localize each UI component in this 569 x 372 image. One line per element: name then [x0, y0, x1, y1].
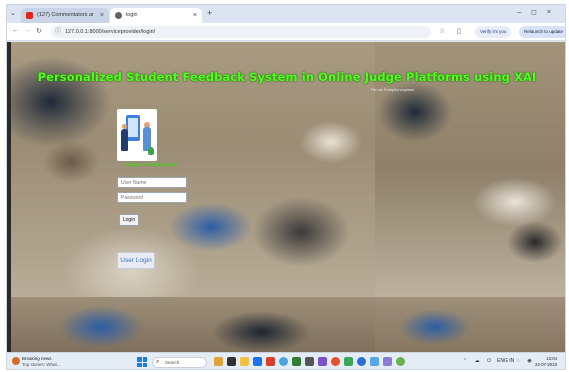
widget-icon[interactable] [214, 357, 223, 366]
pycharm-icon[interactable] [344, 357, 353, 366]
new-tab-icon[interactable]: + [207, 8, 212, 18]
office-icon[interactable] [266, 357, 275, 366]
file-explorer-icon[interactable] [240, 357, 249, 366]
reload-icon[interactable]: ↻ [36, 27, 42, 35]
person-graphic [121, 129, 128, 151]
clock-date: 22-07-2023 [535, 362, 557, 367]
system-tray[interactable]: ⌃ ☁ ⏻ [463, 358, 494, 364]
task-view-icon[interactable] [227, 357, 236, 366]
url-text: 127.0.0.1:8000/serviceprovider/login/ [65, 29, 156, 35]
search-icon: ⌕ [156, 359, 160, 365]
tab-strip: ⌄ (127) Commentators ar × login × + –◻× [7, 5, 565, 23]
taskbar: Breaking news Top stories: What... ⌕ Sea… [7, 352, 565, 369]
network-volume-icons[interactable]: ◌ ◉ [517, 358, 535, 364]
terminal-icon[interactable] [305, 357, 314, 366]
search-placeholder: Search [165, 360, 180, 365]
edge-icon[interactable] [253, 357, 262, 366]
language-indicator[interactable]: ENG IN [497, 358, 514, 364]
window-controls[interactable]: –◻× [517, 8, 561, 16]
forward-icon[interactable]: → [24, 27, 31, 34]
clock[interactable]: 13:04 22-07-2023 [535, 356, 557, 368]
close-icon[interactable]: × [193, 8, 197, 23]
bookmark-star-icon[interactable]: ☆ [439, 27, 445, 35]
address-bar-row: ← → ↻ ⓘ 127.0.0.1:8000/serviceprovider/l… [7, 23, 565, 41]
browser-window: ⌄ (127) Commentators ar × login × + –◻× … [6, 4, 566, 370]
globe-icon [115, 12, 122, 19]
sidepanel-icon[interactable]: ▯ [457, 27, 461, 35]
excel-icon[interactable] [292, 357, 301, 366]
site-info-icon[interactable]: ⓘ [55, 26, 61, 38]
back-icon[interactable]: ← [12, 27, 19, 34]
background-image [11, 297, 375, 352]
plant-graphic [148, 147, 154, 155]
news-subtitle: Top stories: What... [22, 362, 61, 367]
browser-icon[interactable] [331, 357, 340, 366]
login-illustration [117, 109, 157, 161]
page-subtitle: Pic via Freepik/unsplash [371, 87, 415, 92]
tab-label: (127) Commentators ar [37, 12, 94, 18]
phone-screen-graphic [128, 118, 138, 137]
register-link[interactable]: Register / Create Account [111, 162, 191, 167]
vscode-icon[interactable] [318, 357, 327, 366]
tab-login[interactable]: login × [110, 8, 202, 23]
windows-start-icon[interactable] [137, 357, 147, 367]
login-button[interactable]: Login [119, 214, 139, 226]
teams-icon[interactable] [383, 357, 392, 366]
news-widget[interactable]: Breaking news Top stories: What... [12, 356, 61, 368]
tab-youtube[interactable]: (127) Commentators ar × [21, 8, 109, 23]
tab-label: login [126, 12, 138, 18]
close-icon[interactable]: × [100, 8, 104, 23]
page-viewport: Personalized Student Feedback System in … [7, 42, 565, 352]
chrome-icon[interactable] [279, 357, 288, 366]
profile-pill[interactable]: Verify it's you [475, 26, 512, 38]
url-field[interactable]: ⓘ 127.0.0.1:8000/serviceprovider/login/ [51, 26, 431, 38]
tab-search-icon[interactable]: ⌄ [10, 9, 16, 17]
password-input[interactable] [117, 192, 187, 203]
user-login-button[interactable]: User Login [117, 252, 155, 269]
username-input[interactable] [117, 177, 187, 188]
mail-icon[interactable] [370, 357, 379, 366]
youtube-icon [26, 12, 33, 19]
page-title: Personalized Student Feedback System in … [37, 70, 537, 84]
news-icon [12, 357, 20, 365]
taskbar-search[interactable]: ⌕ Search [152, 357, 207, 368]
app-icon[interactable] [396, 357, 405, 366]
background-image [375, 297, 565, 352]
relaunch-pill[interactable]: Relaunch to update [519, 26, 565, 38]
zoom-icon[interactable] [357, 357, 366, 366]
